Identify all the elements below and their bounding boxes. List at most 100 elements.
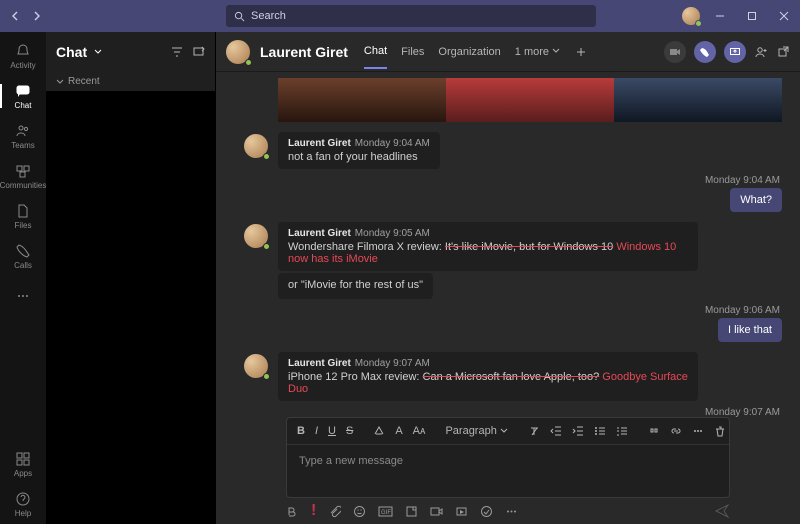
chat-header: Laurent Giret Chat Files Organization 1 … [216, 32, 800, 72]
rail-activity[interactable]: Activity [0, 36, 46, 76]
format-clear-button[interactable] [528, 425, 540, 437]
chevron-down-icon [552, 47, 560, 55]
message-bubble[interactable]: Laurent GiretMonday 9:05 AM Wondershare … [278, 222, 698, 271]
rail-apps[interactable]: Apps [0, 444, 46, 484]
message-bubble[interactable]: Laurent GiretMonday 9:07 AM iPhone 12 Pr… [278, 352, 698, 401]
priority-button[interactable]: ! [311, 502, 316, 520]
gif-button[interactable]: GIF [378, 505, 393, 518]
add-tab-button[interactable] [574, 45, 588, 59]
nav-forward-button[interactable] [26, 4, 46, 28]
chat-pane: Laurent Giret Chat Files Organization 1 … [216, 32, 800, 524]
message-incoming: Laurent GiretMonday 9:04 AM not a fan of… [244, 132, 782, 169]
presence-available-icon [245, 59, 252, 66]
approval-button[interactable] [480, 505, 493, 518]
message-list: Laurent GiretMonday 9:04 AM not a fan of… [216, 72, 800, 417]
window-minimize-button[interactable] [704, 0, 736, 32]
message-text: Wondershare Filmora X review: It's like … [288, 241, 688, 265]
chevron-down-icon[interactable] [93, 47, 103, 57]
current-user-avatar[interactable] [682, 7, 700, 25]
format-underline-button[interactable]: U [328, 425, 336, 437]
tab-organization[interactable]: Organization [438, 46, 500, 68]
image-attachment[interactable] [278, 78, 782, 122]
format-fontsize-button[interactable]: Aᴀ [413, 425, 426, 437]
format-fontcolor-button[interactable]: A [395, 425, 402, 437]
more-actions-button[interactable] [505, 505, 518, 518]
format-bullets-button[interactable] [594, 425, 606, 437]
chat-list [46, 91, 215, 524]
message-avatar[interactable] [244, 354, 268, 378]
message-bubble[interactable]: or "iMovie for the rest of us" [278, 273, 433, 299]
format-strike-button[interactable]: S [346, 425, 353, 437]
presence-available-icon [695, 20, 702, 27]
message-incoming: Laurent GiretMonday 9:07 AM iPhone 12 Pr… [244, 352, 782, 401]
format-indent-increase-button[interactable] [572, 425, 584, 437]
stream-button[interactable] [455, 505, 468, 518]
rail-calls[interactable]: Calls [0, 236, 46, 276]
window-maximize-button[interactable] [736, 0, 768, 32]
chat-list-pane: Chat Recent [46, 32, 216, 524]
message-avatar[interactable] [244, 134, 268, 158]
rail-files[interactable]: Files [0, 196, 46, 236]
message-bubble[interactable]: Laurent GiretMonday 9:04 AM not a fan of… [278, 132, 440, 169]
filter-icon[interactable] [171, 46, 183, 58]
format-indent-decrease-button[interactable] [550, 425, 562, 437]
audio-call-button[interactable] [694, 41, 716, 63]
format-numbered-button[interactable] [616, 425, 628, 437]
rail-chat[interactable]: Chat [0, 76, 46, 116]
add-people-button[interactable] [754, 45, 768, 59]
message-outgoing: Monday 9:04 AM What? [244, 175, 782, 212]
rail-communities[interactable]: Communities [0, 156, 46, 196]
format-toggle-button[interactable] [286, 505, 299, 518]
tab-files[interactable]: Files [401, 46, 424, 68]
recent-header[interactable]: Recent [46, 72, 215, 91]
sticker-button[interactable] [405, 505, 418, 518]
format-quote-button[interactable] [648, 425, 660, 437]
message-composer: B I U S A Aᴀ Paragraph [286, 417, 730, 498]
search-input[interactable]: Search [226, 5, 596, 27]
rail-help[interactable]: Help [0, 484, 46, 524]
delete-draft-button[interactable] [714, 425, 726, 437]
chevron-down-icon [500, 427, 508, 435]
meeting-button[interactable] [430, 505, 443, 518]
message-bubble[interactable]: What? [730, 188, 782, 212]
search-icon [234, 11, 245, 22]
compose-action-bar: ! GIF [216, 498, 800, 524]
message-avatar[interactable] [244, 224, 268, 248]
message-incoming: Laurent GiretMonday 9:05 AM Wondershare … [244, 222, 782, 271]
chat-list-title: Chat [56, 44, 87, 60]
message-outgoing: Monday 9:07 AM Thanks [244, 407, 782, 417]
send-button[interactable] [714, 503, 730, 519]
tab-more[interactable]: 1 more [515, 46, 560, 68]
message-text: or "iMovie for the rest of us" [288, 279, 423, 291]
nav-back-button[interactable] [6, 4, 26, 28]
app-rail: Activity Chat Teams Communities Files Ca… [0, 32, 46, 524]
message-bubble[interactable]: I like that [718, 318, 782, 342]
message-text: not a fan of your headlines [288, 151, 430, 163]
window-close-button[interactable] [768, 0, 800, 32]
chat-header-name: Laurent Giret [260, 44, 348, 60]
format-paragraph-select[interactable]: Paragraph [445, 425, 507, 437]
screen-share-button[interactable] [724, 41, 746, 63]
message-incoming: or "iMovie for the rest of us" [244, 273, 782, 299]
tab-chat[interactable]: Chat [364, 45, 387, 69]
search-placeholder: Search [251, 10, 286, 22]
compose-input[interactable]: Type a new message [287, 445, 729, 497]
message-outgoing: Monday 9:06 AM I like that [244, 305, 782, 342]
rail-teams[interactable]: Teams [0, 116, 46, 156]
format-bold-button[interactable]: B [297, 425, 305, 437]
message-text: iPhone 12 Pro Max review: Can a Microsof… [288, 371, 688, 395]
popout-button[interactable] [776, 45, 790, 59]
format-italic-button[interactable]: I [315, 425, 318, 437]
new-chat-icon[interactable] [193, 46, 205, 58]
svg-text:GIF: GIF [381, 510, 391, 516]
caret-down-icon [56, 78, 64, 86]
emoji-button[interactable] [353, 505, 366, 518]
format-more-button[interactable] [692, 425, 704, 437]
rail-more[interactable] [0, 276, 46, 316]
chat-header-avatar[interactable] [226, 40, 250, 64]
format-link-button[interactable] [670, 425, 682, 437]
video-call-button[interactable] [664, 41, 686, 63]
title-bar: Search [0, 0, 800, 32]
format-highlight-button[interactable] [373, 425, 385, 437]
attach-button[interactable] [328, 505, 341, 518]
